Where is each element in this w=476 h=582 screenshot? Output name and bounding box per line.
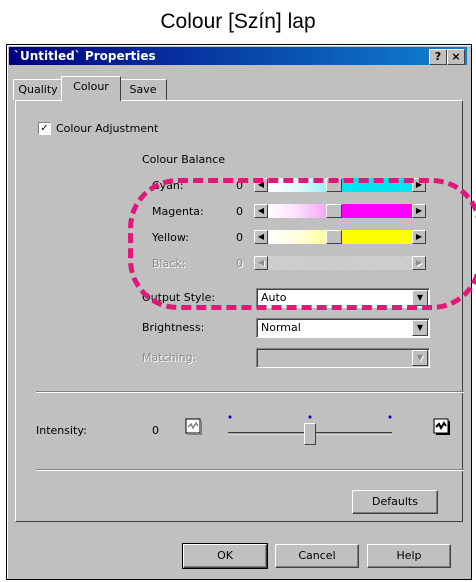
- intensity-high-icon: [432, 417, 452, 437]
- defaults-button[interactable]: Defaults: [352, 490, 438, 514]
- window-title: `Untitled` Properties: [14, 49, 156, 63]
- separator: [36, 469, 464, 471]
- page-caption: Colour [Szín] lap: [160, 10, 316, 33]
- title-bar: `Untitled` Properties ? ×: [9, 47, 467, 65]
- chevron-down-icon[interactable]: ▼: [412, 320, 428, 336]
- intensity-low-icon: [184, 417, 204, 437]
- ok-button[interactable]: OK: [182, 543, 268, 569]
- matching-select: ▼: [256, 348, 430, 368]
- matching-label: Matching:: [142, 351, 197, 364]
- brightness-select[interactable]: Normal ▼: [256, 318, 430, 338]
- colour-balance-heading: Colour Balance: [142, 153, 226, 166]
- intensity-label: Intensity:: [36, 424, 87, 437]
- cancel-button[interactable]: Cancel: [275, 544, 359, 568]
- check-icon: ✓: [40, 123, 49, 134]
- help-button[interactable]: Help: [367, 544, 451, 568]
- highlight-annotation: [128, 178, 476, 310]
- brightness-value: Normal: [261, 321, 301, 334]
- intensity-value: 0: [152, 424, 159, 437]
- tab-colour[interactable]: Colour: [61, 76, 121, 101]
- separator: [36, 391, 464, 393]
- chevron-down-icon: ▼: [412, 350, 428, 366]
- colour-adjustment-label: Colour Adjustment: [56, 122, 159, 135]
- brightness-label: Brightness:: [142, 321, 205, 334]
- properties-dialog: `Untitled` Properties ? × Quality Colour…: [6, 44, 472, 580]
- help-title-button[interactable]: ?: [429, 49, 447, 65]
- close-button[interactable]: ×: [447, 49, 465, 65]
- intensity-thumb[interactable]: [304, 423, 316, 445]
- intensity-slider[interactable]: [224, 411, 396, 447]
- colour-adjustment-checkbox[interactable]: ✓: [38, 122, 51, 135]
- tab-save[interactable]: Save: [119, 79, 167, 100]
- colour-tab-panel: ✓ Colour Adjustment Colour Balance Cyan:…: [15, 100, 464, 522]
- tab-quality[interactable]: Quality: [13, 79, 63, 100]
